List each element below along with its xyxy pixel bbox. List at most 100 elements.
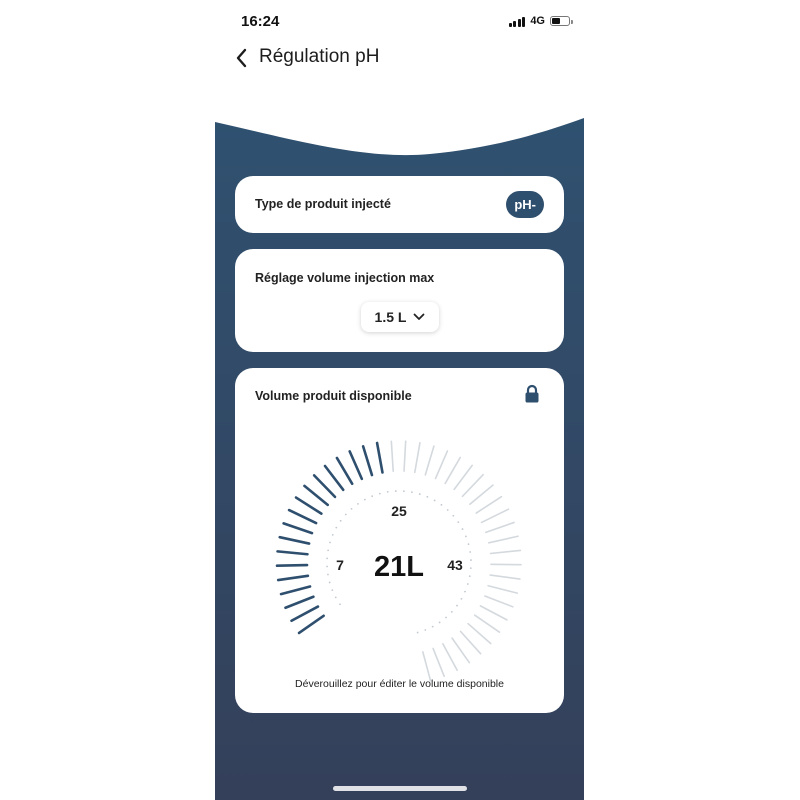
gauge-tick-empty: [479, 605, 508, 621]
gauge-tick-filled: [282, 522, 314, 535]
unlock-hint: Déverouillez pour éditer le volume dispo…: [295, 678, 504, 690]
gauge-max-label: 43: [447, 557, 463, 573]
gauge-dot: [460, 597, 463, 600]
gauge-tick-filled: [276, 550, 309, 556]
gauge-min-label: 7: [336, 557, 344, 573]
gauge-dot: [450, 610, 453, 613]
gauge-dot: [327, 549, 330, 552]
gauge-tick-empty: [442, 643, 458, 672]
gauge-tick-empty: [451, 637, 471, 664]
gauge-tick-filled: [323, 464, 345, 492]
gauge-tick-empty: [487, 535, 519, 544]
gauge-mid-label: 25: [391, 503, 407, 519]
gauge-dot: [394, 490, 397, 492]
volume-max-value: 1.5 L: [374, 309, 407, 325]
gauge-tick-empty: [413, 442, 421, 474]
gauge-dot: [470, 559, 472, 561]
gauge-dot: [461, 528, 464, 530]
gauge-tick-filled: [279, 585, 312, 596]
page-title: Régulation pH: [259, 46, 380, 67]
gauge-dot: [334, 596, 337, 599]
gauge-tick-empty: [434, 450, 449, 480]
gauge-dot: [371, 495, 374, 498]
battery-icon: [550, 16, 573, 26]
gauge-tick-empty: [403, 440, 407, 472]
gauge-tick-empty: [422, 651, 432, 682]
gauge-tick-filled: [375, 441, 384, 474]
gauge-tick-empty: [444, 456, 462, 485]
gauge-dot: [363, 498, 366, 501]
gauge-dot: [339, 603, 341, 606]
gauge-tick-empty: [484, 595, 514, 608]
gauge-tick-empty: [473, 614, 501, 633]
page-header: Régulation pH: [215, 40, 584, 76]
gauge-tick-filled: [348, 450, 364, 481]
gauge-tick-filled: [276, 574, 310, 582]
gauge-tick-filled: [290, 605, 320, 623]
gauge-tick-empty: [467, 622, 492, 645]
gauge-dot: [464, 590, 466, 593]
phone-screen: 16:24 4G Régulation pH Type de produit i…: [215, 0, 584, 800]
gauge-dot: [469, 551, 472, 553]
gauge-dot: [433, 499, 436, 502]
gauge-tick-filled: [297, 614, 325, 635]
network-type: 4G: [530, 15, 545, 27]
gauge-tick-filled: [303, 484, 329, 507]
gauge-dot: [424, 629, 427, 631]
gauge-tick-empty: [461, 473, 484, 498]
back-button[interactable]: [229, 44, 253, 72]
gauge-dot: [446, 509, 449, 511]
gauge-tick-filled: [312, 474, 337, 499]
gauge-tick-filled: [284, 595, 315, 610]
status-time: 16:24: [241, 13, 280, 30]
volume-gauge: 25 7 43 21L: [275, 440, 522, 682]
product-type-card: Type de produit injecté pH-: [235, 176, 564, 233]
gauge-tick-empty: [424, 445, 435, 476]
gauge-tick-empty: [453, 464, 473, 491]
gauge-dot: [328, 581, 331, 584]
gauge-dot: [378, 492, 381, 495]
gauge-tick-filled: [335, 456, 354, 486]
gauge-dot: [335, 526, 338, 529]
gauge-dot: [350, 507, 353, 510]
gauge-dot: [467, 543, 470, 545]
gauge-tick-empty: [484, 521, 515, 534]
chevron-down-icon: [414, 313, 425, 320]
gauge-dot: [445, 616, 447, 619]
product-type-label: Type de produit injecté: [255, 197, 391, 211]
gauge-dot: [326, 565, 328, 568]
gauge-tick-empty: [432, 647, 445, 678]
gauge-dot: [331, 533, 334, 536]
gauge-dot: [344, 513, 347, 516]
gauge-dot: [418, 493, 421, 495]
signal-icon: [508, 16, 526, 27]
gauge-tick-empty: [390, 440, 395, 472]
volume-max-label: Réglage volume injection max: [255, 271, 435, 285]
gauge-dot: [440, 503, 443, 506]
home-indicator: [333, 786, 467, 791]
product-type-badge[interactable]: pH-: [506, 191, 544, 218]
gauge-dot: [326, 557, 329, 560]
gauge-dot: [456, 604, 458, 607]
gauge-dot: [416, 631, 419, 634]
gauge-tick-filled: [275, 563, 309, 568]
gauge-dot: [386, 490, 389, 493]
gauge-dot: [426, 495, 429, 498]
gauge-tick-empty: [480, 508, 510, 524]
gauge-tick-empty: [475, 495, 503, 514]
gauge-dot: [469, 567, 472, 570]
lock-icon[interactable]: [524, 384, 540, 404]
gauge-tick-filled: [278, 535, 311, 545]
gauge-dot: [357, 502, 359, 505]
gauge-tick-empty: [469, 484, 494, 506]
gauge-dot: [457, 521, 460, 524]
gauge-dot: [339, 519, 342, 522]
gauge-dot: [438, 621, 441, 624]
gauge-dot: [468, 575, 471, 578]
gauge-dot: [329, 541, 331, 544]
gauge-tick-filled: [361, 445, 374, 477]
available-volume-card: Volume produit disponible 25 7 43 21L Dé…: [235, 368, 564, 713]
gauge-dot: [411, 491, 413, 494]
gauge-tick-empty: [489, 574, 521, 580]
volume-max-select[interactable]: 1.5 L: [361, 302, 439, 332]
